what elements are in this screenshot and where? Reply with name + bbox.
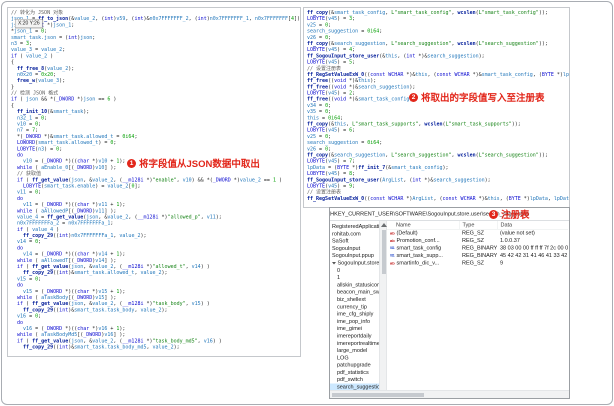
registry-tree-item[interactable]: ime_cfg_shiply (330, 311, 379, 318)
tree-item-label: pdf_statistics (337, 369, 369, 376)
annotation-registry: 3 注册表 (489, 207, 530, 221)
horizontal-scrollbar[interactable] (330, 390, 569, 398)
registry-tree-item[interactable]: RegisteredApplications (330, 223, 379, 230)
value-name: smart_task_supp... (396, 252, 443, 259)
registry-tree-item[interactable]: currency_tip (330, 303, 379, 310)
tree-item-label: SogouInput.store.user (337, 259, 380, 266)
registry-tree-item[interactable]: imereportdaily (330, 332, 379, 339)
column-header-type[interactable]: Type (459, 221, 497, 229)
registry-tree-item[interactable]: beacon_main_switch (330, 289, 379, 296)
decompiler-panel-json-parse: // 转化为 JSON 对象json_1 = ff_to_json(&value… (7, 7, 301, 357)
registry-tree-item[interactable]: patchupgrade (330, 362, 379, 369)
value-type: REG_BINARY (462, 245, 497, 251)
annotation-1-text: 将字段值从JSON数据中取出 (139, 159, 260, 170)
column-header-data[interactable]: Data (497, 221, 568, 229)
value-data: 1.0.0.37 (500, 237, 520, 244)
tree-item-label: SaSoft (332, 238, 349, 245)
registry-value-row[interactable]: ab smartinfo_dic_v... REG_SZ 9 (387, 260, 568, 268)
decompiler-panel-registry-write: ff_copy(&smart_task_config, L"smart_task… (303, 7, 570, 208)
value-type: REG_SZ (462, 230, 485, 236)
annotation-write-to-registry: 2 将取出的字段值写入至注册表 (409, 90, 545, 104)
registry-tree-item[interactable]: pdf_statistics (330, 369, 379, 376)
registry-tree-item[interactable]: 1 (330, 274, 379, 281)
chevron-down-icon (332, 261, 336, 265)
coordinate-tooltip: X:20 Y:26 (15, 19, 70, 37)
tree-item-label: LOG (337, 354, 349, 361)
tree-item-label: large_model (337, 347, 368, 354)
annotation-1-badge: 1 (127, 158, 136, 168)
tree-item-label: patchupgrade (337, 362, 371, 369)
tree-item-label: rohitab.com (332, 230, 361, 237)
registry-tree-item[interactable]: SogouInput (330, 245, 379, 252)
annotation-extract-json-fields: 1 将字段值从JSON数据中取出 (127, 156, 260, 170)
value-name: smart_task_config (396, 245, 442, 251)
registry-tree-item[interactable]: LOG (330, 354, 379, 361)
value-type: REG_SZ (462, 260, 485, 266)
registry-tree-item[interactable]: large_model (330, 347, 379, 354)
scrollbar-thumb[interactable] (381, 230, 386, 274)
tree-item-label: ime_gimei (337, 325, 363, 332)
registry-tree-item[interactable]: SaSoft (330, 238, 379, 245)
registry-tree: RegisteredApplicationsrohitab.comSaSoftS… (330, 221, 379, 391)
registry-tree-item[interactable]: SogouInput.ppup (330, 252, 379, 259)
annotation-2-text: 将取出的字段值写入至注册表 (421, 93, 545, 104)
value-name: smartinfo_dic_v... (396, 260, 440, 266)
registry-tree-item[interactable]: imereportrealtime (330, 340, 379, 347)
registry-tree-item[interactable]: ime_gimei (330, 325, 379, 332)
value-name: Promotion_conf... (396, 237, 440, 244)
registry-value-row[interactable]: ab Promotion_conf... REG_SZ 1.0.0.37 (387, 237, 568, 245)
value-list-header: Name Type Data (387, 221, 568, 230)
tree-item-label: currency_tip (337, 303, 367, 310)
tree-item-label: 1 (337, 274, 341, 281)
registry-address-bar[interactable]: Computer\HKEY_CURRENT_USER\SOFTWARE\Sogo… (330, 208, 569, 221)
registry-tree-item[interactable]: 0 (330, 267, 379, 274)
tree-item-label: pdf_switch (337, 376, 363, 383)
tree-item-label: RegisteredApplications (332, 223, 379, 230)
tree-item-label: allskin_statusiconstatic (337, 281, 379, 288)
registry-value-row[interactable]: 011 smart_task_supp... REG_BINARY 45 42 42 … (387, 252, 568, 260)
value-type: REG_BINARY (462, 252, 497, 259)
tree-item-label: ime_pop_info (337, 318, 371, 325)
value-data: 45 42 42 31 41 46 41 33 42 30 36 37 44 4… (500, 252, 568, 259)
coordinate-tooltip-text: X:20 Y:26 (15, 19, 43, 28)
tree-item-label: biz_shellext (337, 296, 366, 303)
tree-item-label: ime_cfg_shiply (337, 311, 374, 318)
registry-value-row[interactable]: 011 smart_task_config REG_BINARY 38 03 00 0… (387, 245, 568, 253)
registry-tree-item[interactable]: rohitab.com (330, 230, 379, 237)
value-data: 38 03 00 00 ff ff ff 7f 2c 00 02 00 02 0… (500, 245, 568, 251)
pseudocode-json-parse: // 转化为 JSON 对象json_1 = ff_to_json(&value… (8, 8, 300, 356)
value-data: (value not set) (500, 230, 535, 236)
registry-tree-item[interactable]: pdf_switch (330, 376, 379, 383)
value-name: (Default) (396, 230, 418, 236)
tree-item-label: beacon_main_switch (337, 289, 379, 296)
registry-tree-item[interactable]: biz_shellext (330, 296, 379, 303)
annotation-3-badge: 3 (489, 209, 498, 219)
pseudocode-registry-write: ff_copy(&smart_task_config, L"smart_task… (304, 8, 569, 207)
value-data: 9 (500, 260, 504, 266)
registry-value-row[interactable]: ab (Default) REG_SZ (value not set) (387, 230, 568, 238)
registry-value-list: Name Type Data ab (Default) REG_SZ (value not… (387, 221, 568, 391)
tree-item-label: SogouInput.ppup (332, 252, 374, 259)
scrollbar-thumb[interactable] (332, 392, 424, 397)
tree-item-label: imereportdaily (337, 332, 372, 339)
tree-item-label: SogouInput (332, 245, 361, 252)
annotation-2-badge: 2 (409, 92, 418, 102)
registry-editor-window: Computer\HKEY_CURRENT_USER\SOFTWARE\Sogo… (329, 207, 570, 399)
code-line: ff_RegSetValueExW_0((const WCHAR *)ArgLi… (307, 195, 569, 202)
registry-tree-item[interactable]: allskin_statusiconstatic (330, 281, 379, 288)
code-line: ff_copy_29((int)&smart_task.task_body_md… (23, 344, 180, 351)
registry-tree-item[interactable]: ime_pop_info (330, 318, 379, 325)
registry-address-text: Computer\HKEY_CURRENT_USER\SOFTWARE\Sogo… (330, 211, 530, 217)
annotation-3-text: 注册表 (501, 210, 530, 221)
tree-item-label: 0 (337, 267, 341, 274)
tree-item-label: imereportrealtime (337, 340, 379, 347)
tree-vertical-scrollbar[interactable] (379, 221, 387, 391)
column-header-name[interactable]: Name (387, 221, 459, 229)
registry-tree-item[interactable]: SogouInput.store.user (330, 259, 379, 266)
value-type: REG_SZ (462, 237, 485, 244)
